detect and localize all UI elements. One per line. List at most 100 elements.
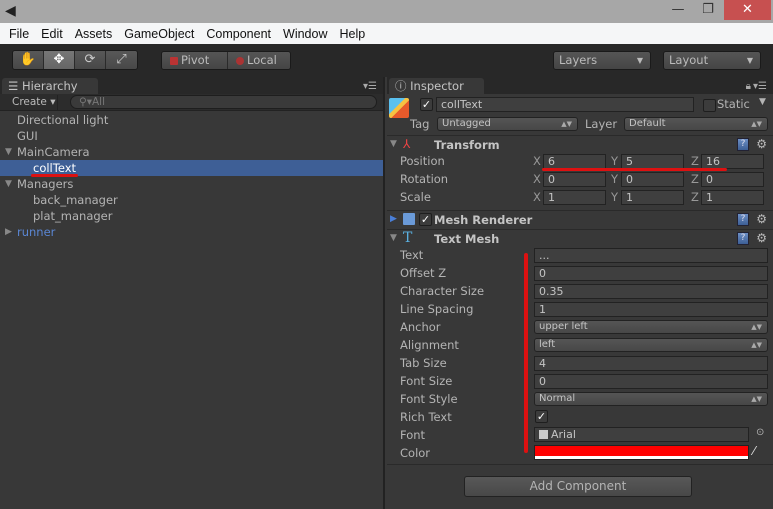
transform-position-y-field[interactable]: 5 (621, 154, 684, 169)
transform-scale-y-field[interactable]: 1 (621, 190, 684, 205)
title-bar: ◀ — ❐ ✕ (0, 0, 773, 23)
maximize-button[interactable]: ❐ (694, 0, 722, 20)
tab-hierarchy[interactable]: ☰ Hierarchy (2, 78, 98, 94)
static-checkbox[interactable] (703, 99, 716, 112)
expand-closed-icon[interactable]: ▶ (5, 224, 12, 240)
gear-icon[interactable]: ⚙ (756, 137, 767, 151)
scale-tool-button[interactable]: ⤢ (106, 51, 137, 69)
axis-label-x: X (533, 172, 541, 186)
object-picker-icon[interactable]: ⊙ (756, 427, 764, 438)
menu-bar: File Edit Assets GameObject Component Wi… (0, 23, 773, 44)
help-icon[interactable]: ? (737, 213, 749, 226)
layout-label: Layout (669, 53, 709, 67)
object-name-field[interactable]: collText (436, 97, 694, 112)
hierarchy-item[interactable]: ▼ Managers (0, 176, 383, 192)
help-icon[interactable]: ? (737, 138, 749, 151)
help-icon[interactable]: ? (737, 232, 749, 245)
add-component-button[interactable]: Add Component (464, 476, 692, 497)
font-size-field[interactable]: 0 (534, 374, 768, 389)
close-button[interactable]: ✕ (724, 0, 771, 20)
inspector-tabstrip: ⓘ Inspector 🔒︎ ▾☰ (387, 77, 773, 94)
hierarchy-tree: Directional light GUI ▼ MainCamera collText ▼… (0, 111, 383, 240)
hierarchy-item[interactable]: ▼ MainCamera (0, 144, 383, 160)
layers-dropdown[interactable]: Layers ▼ (553, 51, 651, 70)
offset-z-field[interactable]: 0 (534, 266, 768, 281)
scale-icon: ⤢ (116, 52, 127, 67)
rotate-tool-button[interactable]: ⟳ (75, 51, 106, 69)
updown-icon: ▲▼ (561, 120, 572, 128)
axis-label-z: Z (691, 154, 699, 168)
text-mesh-header[interactable]: ▼ T Text Mesh ? ⚙ (387, 229, 773, 247)
color-swatch[interactable] (534, 445, 749, 460)
mesh-renderer-icon (403, 213, 415, 225)
text-field[interactable]: ... (534, 248, 768, 263)
transform-position-x-field[interactable]: 6 (543, 154, 606, 169)
move-tool-button[interactable]: ✥ (44, 51, 75, 69)
minimize-button[interactable]: — (664, 0, 692, 20)
transform-header[interactable]: ▼ ⅄ Transform ? ⚙ (387, 135, 773, 153)
panel-menu-icon[interactable]: ▾☰ (363, 81, 377, 92)
font-style-dropdown[interactable]: Normal ▲▼ (534, 392, 768, 406)
hierarchy-item[interactable]: ▶ runner (0, 224, 383, 240)
transform-scale-z-field[interactable]: 1 (701, 190, 764, 205)
expand-open-icon[interactable]: ▼ (5, 144, 12, 160)
gear-icon[interactable]: ⚙ (756, 212, 767, 226)
tab-size-field[interactable]: 4 (534, 356, 768, 371)
rich-text-checkbox[interactable]: ✓ (535, 410, 548, 423)
transform-scale-x-field[interactable]: 1 (543, 190, 606, 205)
transform-rotation-z-field[interactable]: 0 (701, 172, 764, 187)
active-checkbox[interactable]: ✓ (420, 98, 433, 111)
gear-icon[interactable]: ⚙ (756, 231, 767, 245)
static-dropdown-icon[interactable]: ▼ (759, 97, 766, 107)
hand-tool-button[interactable]: ✋ (13, 51, 44, 69)
layout-dropdown[interactable]: Layout ▼ (663, 51, 761, 70)
alignment-dropdown[interactable]: left ▲▼ (534, 338, 768, 352)
mesh-renderer-enabled-checkbox[interactable]: ✓ (419, 213, 432, 226)
text-label: Text (400, 248, 424, 262)
eyedropper-icon[interactable]: ⁄ (753, 444, 755, 458)
menu-window[interactable]: Window (277, 27, 333, 41)
menu-component[interactable]: Component (200, 27, 277, 41)
axis-label-x: X (533, 154, 541, 168)
color-fill (535, 446, 748, 456)
hierarchy-item[interactable]: GUI (0, 128, 383, 144)
character-size-field[interactable]: 0.35 (534, 284, 768, 299)
inspector-panel: ⓘ Inspector 🔒︎ ▾☰ ✓ collText Static ▼ Ta… (387, 77, 773, 509)
panel-menu-icon[interactable]: ▾☰ (753, 81, 767, 92)
pivot-button[interactable]: Pivot (162, 52, 228, 69)
gameobject-icon (389, 98, 409, 118)
tag-dropdown[interactable]: Untagged ▲▼ (437, 117, 578, 131)
transform-rotation-x-field[interactable]: 0 (543, 172, 606, 187)
foldout-open-icon[interactable]: ▼ (390, 139, 397, 149)
menu-help[interactable]: Help (333, 27, 371, 41)
lock-icon[interactable]: 🔒︎ (746, 81, 751, 92)
foldout-closed-icon[interactable]: ▶ (390, 214, 397, 224)
hierarchy-item[interactable]: collText (0, 160, 383, 177)
menu-gameobject[interactable]: GameObject (118, 27, 200, 41)
line-spacing-field[interactable]: 1 (534, 302, 768, 317)
expand-open-icon[interactable]: ▼ (5, 176, 12, 192)
menu-assets[interactable]: Assets (69, 27, 119, 41)
font-field[interactable]: Arial (534, 427, 749, 442)
hierarchy-item[interactable]: Directional light (0, 112, 383, 128)
hierarchy-item[interactable]: plat_manager (0, 208, 383, 224)
menu-file[interactable]: File (3, 27, 35, 41)
transform-rotation-y-field[interactable]: 0 (621, 172, 684, 187)
hierarchy-item[interactable]: back_manager (0, 192, 383, 208)
axis-label-y: Y (611, 190, 619, 204)
rotate-icon: ⟳ (84, 52, 96, 67)
foldout-open-icon[interactable]: ▼ (390, 233, 397, 243)
anchor-label: Anchor (400, 320, 441, 334)
layer-dropdown[interactable]: Default ▲▼ (624, 117, 768, 131)
main-toolbar: ✋ ✥ ⟳ ⤢ Pivot Local Layers ▼ Layout ▼ (0, 44, 773, 77)
search-icon: ⚲▾ (79, 96, 92, 108)
anchor-dropdown[interactable]: upper left ▲▼ (534, 320, 768, 334)
menu-edit[interactable]: Edit (35, 27, 69, 41)
tab-inspector[interactable]: ⓘ Inspector (389, 78, 484, 94)
hierarchy-search-input[interactable]: ⚲▾All (70, 95, 377, 109)
mesh-renderer-header[interactable]: ▶ ✓ Mesh Renderer ? ⚙ (387, 210, 773, 228)
info-icon: ⓘ (395, 79, 411, 93)
create-button[interactable]: Create ▾ (6, 95, 58, 110)
local-button[interactable]: Local (228, 52, 290, 69)
transform-position-z-field[interactable]: 16 (701, 154, 764, 169)
